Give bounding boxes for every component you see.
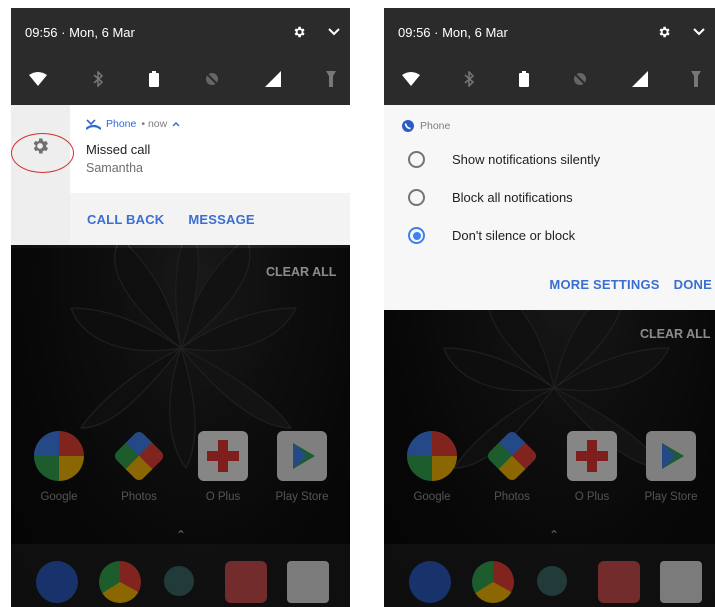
app-label: O Plus	[205, 491, 241, 503]
app-google[interactable]: Google	[397, 431, 467, 503]
option-label: Block all notifications	[452, 190, 573, 205]
status-shade: 09:56 · Mon, 6 Mar	[384, 8, 715, 105]
notification-content[interactable]: Phone • now Missed call Samantha CALL BA…	[70, 105, 350, 245]
app-label: Play Store	[644, 491, 698, 503]
chevron-down-icon[interactable]	[693, 27, 705, 37]
notification-time: • now	[141, 118, 168, 130]
clear-all-button[interactable]: CLEAR ALL	[266, 265, 336, 279]
panel-actions: MORE SETTINGS DONE	[549, 277, 712, 292]
done-button[interactable]: DONE	[674, 277, 712, 292]
option-show-silently[interactable]: Show notifications silently	[408, 151, 600, 168]
app-google[interactable]: Google	[24, 431, 94, 503]
message-button[interactable]: MESSAGE	[188, 212, 254, 227]
option-block-all[interactable]: Block all notifications	[408, 189, 573, 206]
gmail-icon[interactable]	[287, 561, 329, 603]
app-photos[interactable]: Photos	[104, 429, 174, 503]
signal-icon[interactable]	[631, 71, 648, 87]
phone-app-icon[interactable]	[36, 561, 78, 603]
google-icon	[34, 431, 84, 481]
app-label: Photos	[121, 491, 157, 503]
dock	[384, 544, 715, 607]
app-label: Google	[40, 491, 78, 503]
quick-settings-row	[402, 68, 701, 90]
app-o-plus[interactable]: O Plus	[188, 431, 258, 503]
play-store-icon	[277, 431, 327, 481]
chrome-icon[interactable]	[99, 561, 141, 603]
photos-icon	[112, 429, 166, 483]
notification-settings-panel: Phone Show notifications silently Block …	[384, 105, 715, 310]
app-drawer-chevron-icon[interactable]: ⌃	[549, 528, 559, 542]
status-shade: 09:56 · Mon, 6 Mar	[11, 8, 350, 105]
app-label: Google	[413, 491, 451, 503]
option-label: Don't silence or block	[452, 228, 576, 243]
time-date: 09:56 · Mon, 6 Mar	[398, 24, 508, 40]
radio-button-selected[interactable]	[408, 227, 425, 244]
phone-app-icon[interactable]	[409, 561, 451, 603]
notification-card[interactable]: Phone • now Missed call Samantha CALL BA…	[11, 105, 350, 245]
app-row: Google Photos O Plus Play Store	[384, 429, 715, 531]
bluetooth-icon[interactable]	[92, 71, 104, 87]
phone-app-icon	[402, 120, 414, 132]
chevron-up-icon[interactable]	[172, 121, 180, 127]
quick-settings-row	[29, 68, 336, 90]
app-label: O Plus	[574, 491, 610, 503]
gmail-icon[interactable]	[660, 561, 702, 603]
app-photos[interactable]: Photos	[477, 429, 547, 503]
app-drawer-chevron-icon[interactable]: ⌃	[176, 528, 186, 542]
radio-button[interactable]	[408, 189, 425, 206]
app-o-plus[interactable]: O Plus	[557, 431, 627, 503]
notification-header: Phone • now	[86, 118, 180, 130]
time-date: 09:56 · Mon, 6 Mar	[25, 24, 135, 40]
app-row: Google Photos O Plus Play Store	[11, 429, 350, 531]
camera-app-icon[interactable]	[225, 561, 267, 603]
o-plus-icon	[198, 431, 248, 481]
rotation-lock-icon[interactable]	[204, 71, 220, 87]
app-name: Phone	[420, 120, 451, 132]
dock	[11, 544, 350, 607]
settings-gear-icon[interactable]	[657, 25, 671, 39]
google-icon	[407, 431, 457, 481]
option-label: Show notifications silently	[452, 152, 601, 167]
app-name: Phone	[106, 118, 137, 130]
app-play-store[interactable]: Play Store	[636, 431, 706, 503]
signal-icon[interactable]	[265, 71, 281, 87]
notification-subtitle: Samantha	[86, 161, 143, 175]
flashlight-icon[interactable]	[690, 71, 701, 87]
chevron-down-icon[interactable]	[328, 27, 340, 37]
clear-all-button[interactable]: CLEAR ALL	[640, 327, 710, 341]
status-bar: 09:56 · Mon, 6 Mar	[25, 22, 340, 42]
wifi-icon[interactable]	[29, 72, 47, 86]
photos-icon	[485, 429, 539, 483]
app-play-store[interactable]: Play Store	[267, 431, 337, 503]
play-store-icon	[646, 431, 696, 481]
notification-actions: CALL BACK MESSAGE	[70, 193, 350, 245]
battery-icon[interactable]	[518, 71, 529, 87]
camera-app-icon[interactable]	[598, 561, 640, 603]
more-settings-button[interactable]: MORE SETTINGS	[549, 277, 659, 292]
left-screenshot: 09:56 · Mon, 6 Mar Phone • now Missed ca	[11, 8, 350, 607]
app-label: Photos	[494, 491, 530, 503]
notification-title: Missed call	[86, 142, 151, 157]
wifi-icon[interactable]	[402, 72, 420, 86]
bluetooth-icon[interactable]	[463, 71, 475, 87]
settings-gear-icon[interactable]	[292, 25, 306, 39]
camera-lens-icon[interactable]	[164, 566, 194, 596]
camera-lens-icon[interactable]	[537, 566, 567, 596]
chrome-icon[interactable]	[472, 561, 514, 603]
option-dont-silence[interactable]: Don't silence or block	[408, 227, 575, 244]
panel-header: Phone	[402, 120, 450, 132]
o-plus-icon	[567, 431, 617, 481]
radio-button[interactable]	[408, 151, 425, 168]
flashlight-icon[interactable]	[326, 71, 336, 87]
rotation-lock-icon[interactable]	[572, 71, 588, 87]
missed-call-icon	[86, 118, 101, 130]
status-bar: 09:56 · Mon, 6 Mar	[398, 22, 705, 42]
app-label: Play Store	[275, 491, 329, 503]
battery-icon[interactable]	[149, 71, 159, 87]
call-back-button[interactable]: CALL BACK	[87, 212, 164, 227]
right-screenshot: 09:56 · Mon, 6 Mar Phone Show notificati…	[384, 8, 715, 607]
highlight-circle-annotation	[11, 133, 74, 173]
